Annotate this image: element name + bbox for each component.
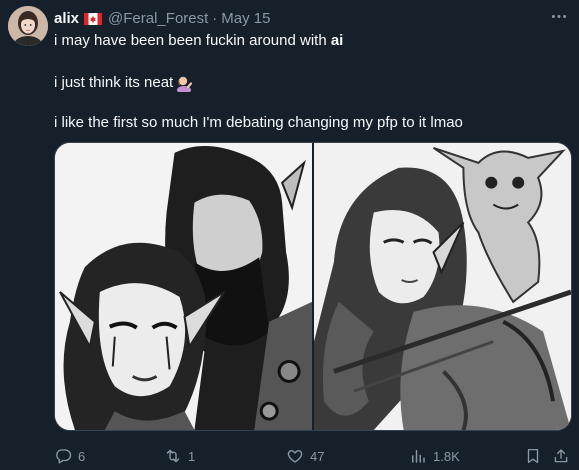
tweet-image-1[interactable] [55,143,312,430]
repost-button[interactable]: 1 [164,447,195,465]
bookmark-icon [527,448,539,464]
canada-flag-icon [84,12,103,25]
avatar[interactable] [8,6,48,46]
tweet-text-line-1: i may have been been fuckin around with … [54,31,563,51]
share-icon [554,449,568,463]
tweet-text-line-3: i like the first so much I'm debating ch… [54,114,463,131]
like-count: 47 [310,448,325,464]
repost-count: 1 [188,448,196,464]
tweet-actions-bar: 6 1 47 1.8K [54,444,569,468]
tweet-text-prefix: i may have been been fuckin around with [54,32,331,49]
media-grid [54,142,572,431]
reply-button[interactable]: 6 [54,447,85,465]
bookmark-button[interactable] [524,447,542,465]
tweet-text-line-2: i just think its neat [54,73,563,94]
reply-count: 6 [78,448,86,464]
like-button[interactable]: 47 [286,447,324,465]
heart-icon [287,450,303,463]
author-handle[interactable]: @Feral_Forest [108,10,208,27]
tweet-date[interactable]: May 15 [221,10,270,27]
person-tipping-hand-emoji-icon [175,74,193,94]
tweet-text-neat: i just think its neat [54,74,174,91]
view-count: 1.8K [433,448,460,464]
author-name[interactable]: alix [54,10,79,27]
views-button[interactable]: 1.8K [409,447,460,465]
more-options-icon[interactable] [549,8,569,24]
tweet-text-bold: ai [330,32,344,49]
reply-icon [56,449,72,464]
share-button[interactable] [552,447,570,465]
tweet-header: alix @Feral_Forest · May 15 [54,8,549,28]
tweet-image-2[interactable] [314,143,571,430]
separator-dot: · [212,9,218,27]
repost-icon [166,449,180,463]
analytics-icon [412,450,425,463]
